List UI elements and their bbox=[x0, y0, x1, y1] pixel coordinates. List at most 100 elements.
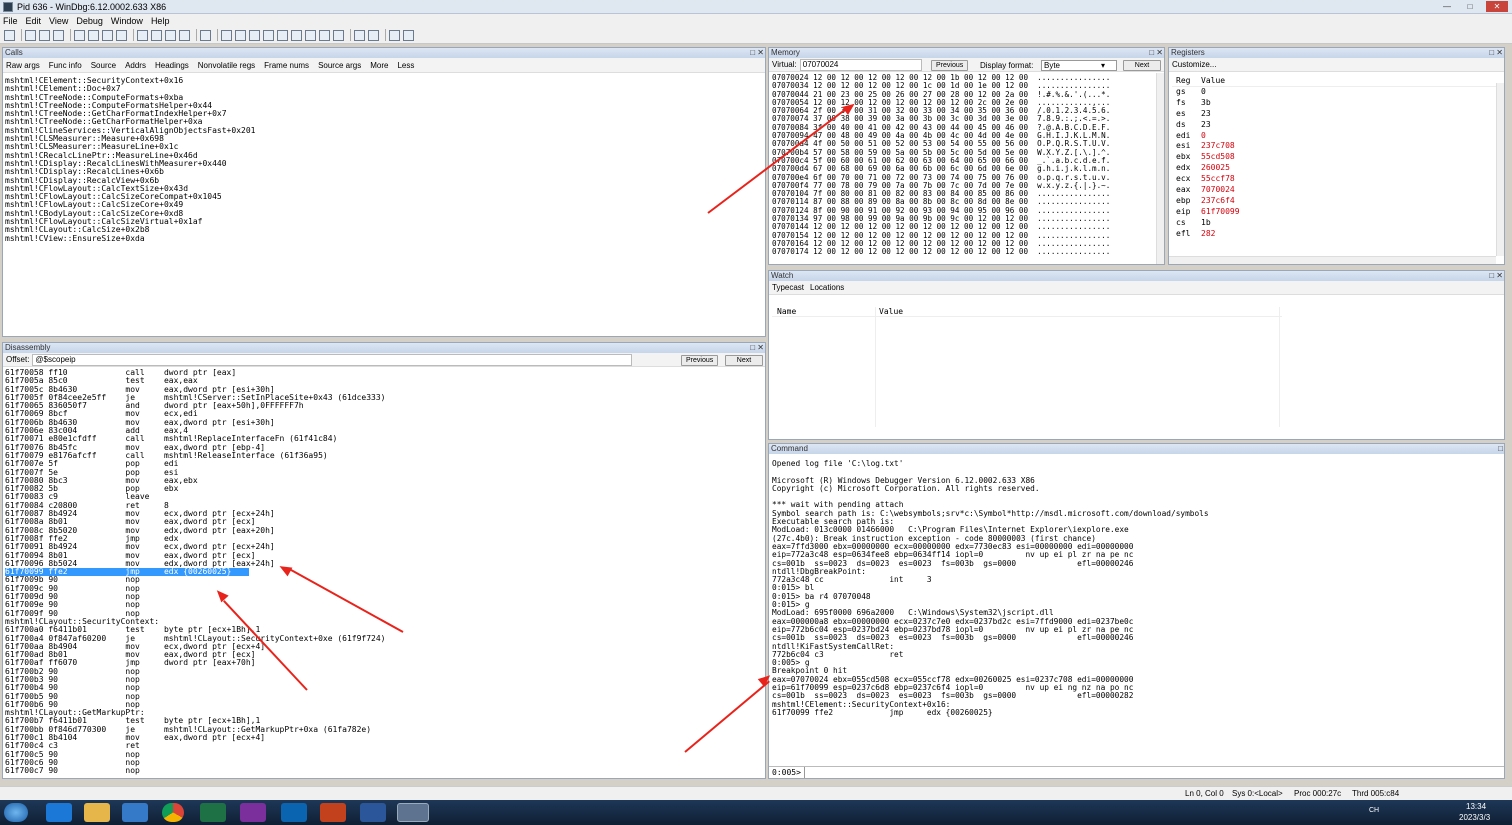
previous-button[interactable]: Previous bbox=[931, 60, 969, 71]
pane-controls[interactable]: □ ✕ bbox=[1489, 271, 1503, 281]
tab-source[interactable]: Source bbox=[91, 61, 116, 70]
register-value[interactable]: 1b bbox=[1199, 218, 1211, 229]
tab-raw-args[interactable]: Raw args bbox=[6, 61, 40, 70]
register-value[interactable]: 237c708 bbox=[1199, 141, 1235, 152]
pane-controls[interactable]: □ ✕ bbox=[1149, 48, 1163, 58]
register-value[interactable]: 61f70099 bbox=[1199, 207, 1240, 218]
register-row[interactable]: ebx 55cd508 bbox=[1172, 152, 1501, 163]
tab-addrs[interactable]: Addrs bbox=[125, 61, 146, 70]
windbg-icon[interactable] bbox=[397, 803, 429, 822]
outlook-icon[interactable] bbox=[281, 803, 307, 822]
register-row[interactable]: cs 1b bbox=[1172, 218, 1501, 229]
tab-locations[interactable]: Locations bbox=[810, 283, 844, 292]
start-button-icon[interactable] bbox=[4, 803, 28, 822]
register-value[interactable]: 23 bbox=[1199, 120, 1211, 131]
register-value[interactable]: 7070024 bbox=[1199, 185, 1235, 196]
scratch-pad-icon[interactable] bbox=[319, 29, 330, 41]
command-window-icon[interactable] bbox=[221, 29, 232, 41]
menu-file[interactable]: File bbox=[3, 16, 18, 26]
open-icon[interactable] bbox=[4, 29, 15, 41]
break-icon[interactable] bbox=[116, 29, 127, 41]
register-value[interactable]: 23 bbox=[1199, 109, 1211, 120]
disassembly-line[interactable]: 61f700c7 90 nop bbox=[5, 766, 763, 775]
step-over-icon[interactable] bbox=[151, 29, 162, 41]
tab-typecast[interactable]: Typecast bbox=[772, 283, 804, 292]
command-input[interactable] bbox=[803, 767, 1504, 778]
menu-view[interactable]: View bbox=[49, 16, 68, 26]
customize-button[interactable]: Customize... bbox=[1172, 60, 1216, 69]
register-row[interactable]: edi 0 bbox=[1172, 131, 1501, 142]
breakpoint-icon[interactable] bbox=[200, 29, 211, 41]
powerpoint-icon[interactable] bbox=[320, 803, 346, 822]
menu-edit[interactable]: Edit bbox=[26, 16, 42, 26]
offset-input[interactable]: @$scopeip bbox=[32, 353, 633, 366]
media-player-icon[interactable] bbox=[122, 803, 148, 822]
tab-less[interactable]: Less bbox=[397, 61, 414, 70]
tab-source-args[interactable]: Source args bbox=[318, 61, 361, 70]
register-row[interactable]: edx 260025 bbox=[1172, 163, 1501, 174]
registers-scrollbar[interactable] bbox=[1496, 83, 1504, 256]
memory-scrollbar[interactable] bbox=[1156, 73, 1164, 264]
maximize-button[interactable]: □ bbox=[1461, 1, 1479, 12]
step-into-icon[interactable] bbox=[137, 29, 148, 41]
copy-icon[interactable] bbox=[39, 29, 50, 41]
stop-debugging-icon[interactable] bbox=[102, 29, 113, 41]
options-icon[interactable] bbox=[403, 29, 414, 41]
register-value[interactable]: 237c6f4 bbox=[1199, 196, 1235, 207]
register-value[interactable]: 260025 bbox=[1199, 163, 1230, 174]
menu-window[interactable]: Window bbox=[111, 16, 143, 26]
minimize-button[interactable]: — bbox=[1438, 1, 1456, 12]
register-row[interactable]: esi 237c708 bbox=[1172, 141, 1501, 152]
chrome-icon[interactable] bbox=[162, 803, 184, 822]
previous-button[interactable]: Previous bbox=[681, 355, 719, 366]
file-explorer-icon[interactable] bbox=[84, 803, 110, 822]
tab-func-info[interactable]: Func info bbox=[49, 61, 82, 70]
register-row[interactable]: efl 282 bbox=[1172, 229, 1501, 240]
disassembly-window-icon[interactable] bbox=[305, 29, 316, 41]
step-out-icon[interactable] bbox=[165, 29, 176, 41]
register-row[interactable]: eax 7070024 bbox=[1172, 185, 1501, 196]
onenote-icon[interactable] bbox=[240, 803, 266, 822]
language-indicator[interactable]: CH bbox=[1369, 807, 1379, 814]
register-value[interactable]: 55cd508 bbox=[1199, 152, 1235, 163]
register-row[interactable]: fs 3b bbox=[1172, 98, 1501, 109]
register-row[interactable]: eip 61f70099 bbox=[1172, 207, 1501, 218]
cut-icon[interactable] bbox=[25, 29, 36, 41]
register-row[interactable]: ecx 55ccf78 bbox=[1172, 174, 1501, 185]
menu-debug[interactable]: Debug bbox=[76, 16, 103, 26]
registers-window-icon[interactable] bbox=[263, 29, 274, 41]
tab-more[interactable]: More bbox=[370, 61, 388, 70]
clock-time[interactable]: 13:34 bbox=[1466, 802, 1486, 811]
processes-threads-icon[interactable] bbox=[333, 29, 344, 41]
registers-hscrollbar[interactable] bbox=[1169, 256, 1496, 264]
close-button[interactable]: ✕ bbox=[1486, 1, 1508, 12]
font-icon[interactable] bbox=[389, 29, 400, 41]
internet-explorer-icon[interactable] bbox=[46, 803, 72, 822]
menu-help[interactable]: Help bbox=[151, 16, 170, 26]
memory-window-icon[interactable] bbox=[277, 29, 288, 41]
watch-window-icon[interactable] bbox=[235, 29, 246, 41]
excel-icon[interactable] bbox=[200, 803, 226, 822]
register-value[interactable]: 55ccf78 bbox=[1199, 174, 1235, 185]
virtual-address-input[interactable]: 07070024 bbox=[799, 58, 922, 71]
register-value[interactable]: 0 bbox=[1199, 131, 1206, 142]
next-button[interactable]: Next bbox=[1123, 60, 1161, 71]
register-row[interactable]: gs 0 bbox=[1172, 87, 1501, 98]
register-row[interactable]: ds 23 bbox=[1172, 120, 1501, 131]
register-value[interactable]: 0 bbox=[1199, 87, 1206, 98]
pane-controls[interactable]: □ ✕ bbox=[750, 48, 764, 58]
register-row[interactable]: ebp 237c6f4 bbox=[1172, 196, 1501, 207]
calls-window-icon[interactable] bbox=[291, 29, 302, 41]
paste-icon[interactable] bbox=[53, 29, 64, 41]
run-to-cursor-icon[interactable] bbox=[179, 29, 190, 41]
hex-mode-icon[interactable] bbox=[368, 29, 379, 41]
clock-date[interactable]: 2023/3/3 bbox=[1459, 813, 1490, 822]
register-row[interactable]: es 23 bbox=[1172, 109, 1501, 120]
word-icon[interactable] bbox=[360, 803, 386, 822]
pane-controls[interactable]: □ bbox=[1498, 444, 1503, 454]
tab-nonvolatile-regs[interactable]: Nonvolatile regs bbox=[198, 61, 255, 70]
display-format-select[interactable]: Byte ▾ bbox=[1041, 60, 1117, 71]
pane-controls[interactable]: □ ✕ bbox=[1489, 48, 1503, 58]
tab-headings[interactable]: Headings bbox=[155, 61, 189, 70]
next-button[interactable]: Next bbox=[725, 355, 763, 366]
